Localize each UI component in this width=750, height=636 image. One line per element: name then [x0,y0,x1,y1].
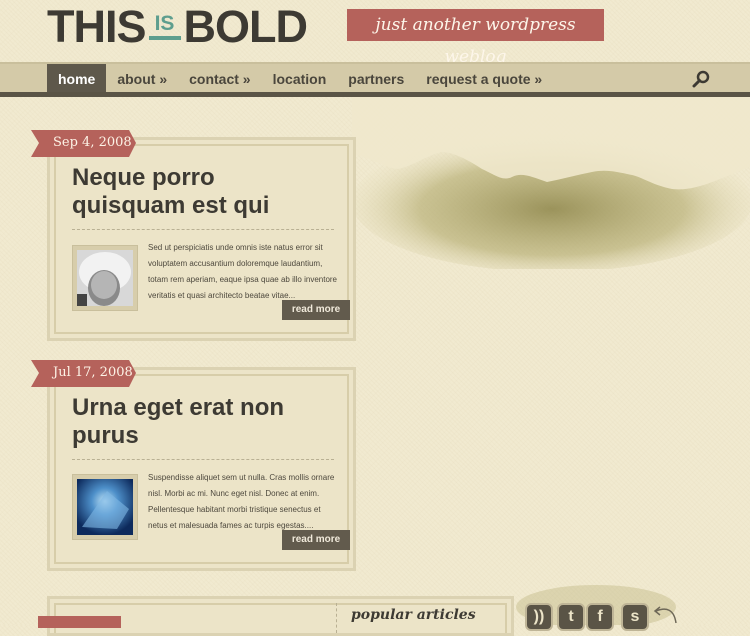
post-title[interactable]: Neque porro quisquam est qui [72,164,332,220]
read-more-button[interactable]: read more [282,300,350,320]
post-card: Neque porro quisquam est qui Sed ut pers… [47,137,356,341]
post-thumbnail[interactable] [72,245,138,311]
nav-item-partners[interactable]: partners [337,64,415,94]
nav-item-request-quote[interactable]: request a quote » [415,64,553,94]
post-thumbnail[interactable] [72,474,138,540]
post-divider [72,459,334,460]
post-excerpt: Sed ut perspiciatis unde omnis iste natu… [148,243,337,300]
stumbleupon-icon[interactable]: s [621,603,649,631]
nav-item-about[interactable]: about » [106,64,178,94]
column-divider [336,603,337,633]
nav-item-home[interactable]: home [47,64,107,94]
nav-item-location[interactable]: location [262,64,338,94]
site-logo[interactable]: THIS IS BOLD [47,0,308,52]
rss-icon[interactable]: )) [525,603,553,631]
logo-this: THIS [47,0,147,52]
main-nav: home about » contact » location partners… [0,62,750,94]
facebook-icon[interactable]: f [586,603,614,631]
post-title[interactable]: Urna eget erat non purus [72,394,332,450]
post-divider [72,229,334,230]
post-card: Urna eget erat non purus Suspendisse ali… [47,367,356,571]
post-date: Sep 4, 2008 [31,130,136,157]
read-more-button[interactable]: read more [282,530,350,550]
search-icon[interactable] [692,70,710,88]
nav-item-contact[interactable]: contact » [178,64,261,94]
twitter-icon[interactable]: t [557,603,585,631]
site-tagline: just another wordpress weblog [347,9,604,67]
blue-abstract-photo [77,479,133,535]
popular-articles-heading: popular articles [351,607,476,623]
post-date: Jul 17, 2008 [31,360,136,387]
logo-bold: BOLD [183,0,308,52]
curved-arrow-icon [653,606,677,624]
post-date-ribbon [38,616,121,628]
post-excerpt: Suspendisse aliquet sem ut nulla. Cras m… [148,473,335,530]
girl-in-hat-photo [77,250,133,306]
logo-is: IS [148,13,181,40]
cloud-illustration [352,97,750,269]
